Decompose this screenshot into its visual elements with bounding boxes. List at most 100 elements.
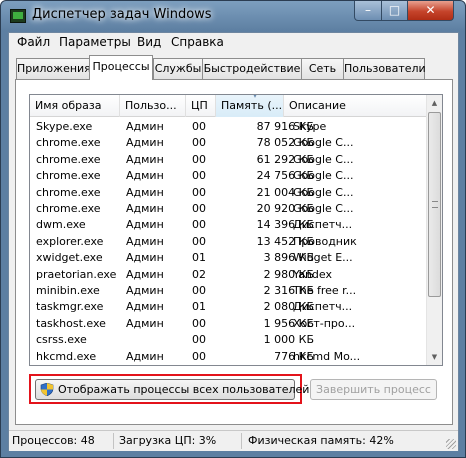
table-row[interactable]: hkcmd.exe Админ 00 776 КБ hkcmd Mo... xyxy=(30,348,428,365)
cell-description: Диспетч... xyxy=(293,218,353,232)
vertical-scrollbar[interactable]: ▲ ▼ xyxy=(426,95,442,365)
cell-description xyxy=(293,331,365,348)
maximize-button[interactable]: □ xyxy=(381,1,408,21)
show-all-users-label: Отображать процессы всех пользователей xyxy=(58,383,310,396)
cell-image-name: chrome.exe xyxy=(36,202,101,215)
tab-processes[interactable]: Процессы xyxy=(89,55,153,80)
column-description[interactable]: Описание xyxy=(284,95,428,117)
scroll-thumb[interactable] xyxy=(428,112,441,297)
table-body: Skype.exe Админ 00 87 916 КБ Skype chrome.exe… xyxy=(30,118,428,365)
tab-applications[interactable]: Приложения xyxy=(16,58,91,79)
table-row[interactable]: explorer.exe Админ 00 13 452 КБ Проводник xyxy=(30,233,428,250)
cell-cpu: 00 xyxy=(192,234,206,248)
status-cpu-usage: Загрузка ЦП: 3% xyxy=(119,434,217,447)
cell-image-name: chrome.exe xyxy=(36,185,101,199)
uac-shield-icon xyxy=(40,383,54,396)
cell-user: Админ xyxy=(126,284,164,297)
cell-description: Yandex xyxy=(293,267,332,281)
cell-description: Google C... xyxy=(293,185,354,199)
table-row[interactable]: praetorian.exe Админ 02 2 980 КБ Yandex xyxy=(30,266,428,283)
table-row[interactable]: chrome.exe Админ 00 24 756 КБ Google C... xyxy=(30,167,428,184)
scroll-down-icon[interactable]: ▼ xyxy=(427,349,442,365)
scroll-grip-icon xyxy=(432,201,438,208)
table-row[interactable]: chrome.exe Админ 00 20 920 КБ Google C... xyxy=(30,200,428,217)
resize-grip-icon[interactable] xyxy=(446,439,456,449)
cell-image-name: minibin.exe xyxy=(36,284,100,297)
table-row[interactable]: chrome.exe Админ 00 21 004 КБ Google C... xyxy=(30,184,428,201)
client-area: Файл Параметры Вид Справка Приложения Пр… xyxy=(8,32,459,451)
cell-image-name: taskmgr.exe xyxy=(36,300,104,314)
cell-cpu: 00 xyxy=(192,120,206,133)
status-divider xyxy=(241,433,242,449)
table-row[interactable]: chrome.exe Админ 00 61 292 КБ Google C... xyxy=(30,151,428,168)
cell-cpu: 00 xyxy=(192,316,206,330)
cell-cpu: 00 xyxy=(192,333,206,347)
tab-services[interactable]: Службы xyxy=(153,58,203,79)
cell-cpu: 00 xyxy=(192,169,206,183)
cell-user: Админ xyxy=(126,349,164,363)
scroll-up-icon[interactable]: ▲ xyxy=(427,95,442,111)
cell-image-name: chrome.exe xyxy=(36,136,101,150)
show-all-users-button[interactable]: Отображать процессы всех пользователей xyxy=(35,379,309,400)
processes-panel: Имя образа Пользо... ЦП ▾ Память (... Оп… xyxy=(15,79,453,425)
tab-performance[interactable]: Быстродействие xyxy=(202,58,302,79)
table-row[interactable]: chrome.exe Админ 00 78 052 КБ Google C... xyxy=(30,134,428,151)
close-button[interactable]: ✕ xyxy=(407,1,454,21)
menu-view[interactable]: Вид xyxy=(137,35,161,49)
cell-image-name: Skype.exe xyxy=(36,120,93,133)
column-cpu[interactable]: ЦП xyxy=(186,95,216,117)
cell-cpu: 00 xyxy=(192,136,206,150)
cell-cpu: 00 xyxy=(192,284,206,297)
sort-descending-icon: ▾ xyxy=(253,95,258,100)
column-image-name[interactable]: Имя образа xyxy=(30,95,120,117)
menu-file[interactable]: Файл xyxy=(17,35,50,49)
status-divider xyxy=(113,433,114,449)
table-row[interactable]: taskhost.exe Админ 00 1 956 КБ Хост-про... xyxy=(30,315,428,332)
table-row[interactable]: Skype.exe Админ 00 87 916 КБ Skype xyxy=(30,118,428,135)
cell-user: Админ xyxy=(126,136,164,150)
cell-user: Админ xyxy=(126,218,164,232)
minimize-button[interactable]: – xyxy=(354,1,382,21)
cell-description: Widget E... xyxy=(293,251,353,265)
cell-description: Google C... xyxy=(293,202,354,215)
menu-bar: Файл Параметры Вид Справка xyxy=(9,33,458,52)
cell-description: Диспетч... xyxy=(293,300,353,314)
cell-image-name: chrome.exe xyxy=(36,152,101,166)
cell-description: The free r... xyxy=(293,284,357,297)
column-user[interactable]: Пользо... xyxy=(120,95,186,117)
task-manager-window: Диспетчер задач Windows – □ ✕ Файл Парам… xyxy=(0,0,466,458)
cell-cpu: 00 xyxy=(192,218,206,232)
cell-description: hkcmd Mo... xyxy=(293,349,361,363)
process-table: Имя образа Пользо... ЦП ▾ Память (... Оп… xyxy=(29,94,443,366)
cell-user: Админ xyxy=(126,300,164,314)
window-title: Диспетчер задач Windows xyxy=(32,7,212,22)
tab-networking[interactable]: Сеть xyxy=(301,58,344,79)
table-row[interactable]: dwm.exe Админ 00 14 396 КБ Диспетч... xyxy=(30,216,428,233)
table-row[interactable]: csrss.exe 00 1 000 КБ xyxy=(30,331,428,348)
tab-users[interactable]: Пользователи xyxy=(343,58,426,79)
cell-image-name: explorer.exe xyxy=(36,234,104,248)
cell-user: Админ xyxy=(126,202,164,215)
table-row[interactable]: taskmgr.exe Админ 01 2 080 КБ Диспетч... xyxy=(30,298,428,315)
end-process-button[interactable]: Завершить процесс xyxy=(310,379,437,400)
cell-description: Skype xyxy=(293,120,327,133)
cell-user: Админ xyxy=(126,234,164,248)
cell-user: Админ xyxy=(126,152,164,166)
table-row[interactable]: xwidget.exe Админ 01 3 896 КБ Widget E... xyxy=(30,249,428,266)
cell-cpu: 00 xyxy=(192,152,206,166)
cell-description: Проводник xyxy=(293,234,357,248)
cell-description: Google C... xyxy=(293,169,354,183)
menu-options[interactable]: Параметры xyxy=(59,35,131,49)
column-memory[interactable]: ▾ Память (... xyxy=(216,95,284,117)
cell-user: Админ xyxy=(126,185,164,199)
cell-user: Админ xyxy=(126,267,164,281)
table-header: Имя образа Пользо... ЦП ▾ Память (... Оп… xyxy=(30,95,428,117)
cell-cpu: 00 xyxy=(192,202,206,215)
table-row[interactable]: minibin.exe Админ 00 2 316 КБ The free r... xyxy=(30,282,428,299)
cell-image-name: xwidget.exe xyxy=(36,251,103,265)
menu-help[interactable]: Справка xyxy=(171,35,224,49)
cell-cpu: 00 xyxy=(192,349,206,363)
task-manager-icon xyxy=(10,9,26,23)
cell-cpu: 00 xyxy=(192,185,206,199)
cell-image-name: chrome.exe xyxy=(36,169,101,183)
